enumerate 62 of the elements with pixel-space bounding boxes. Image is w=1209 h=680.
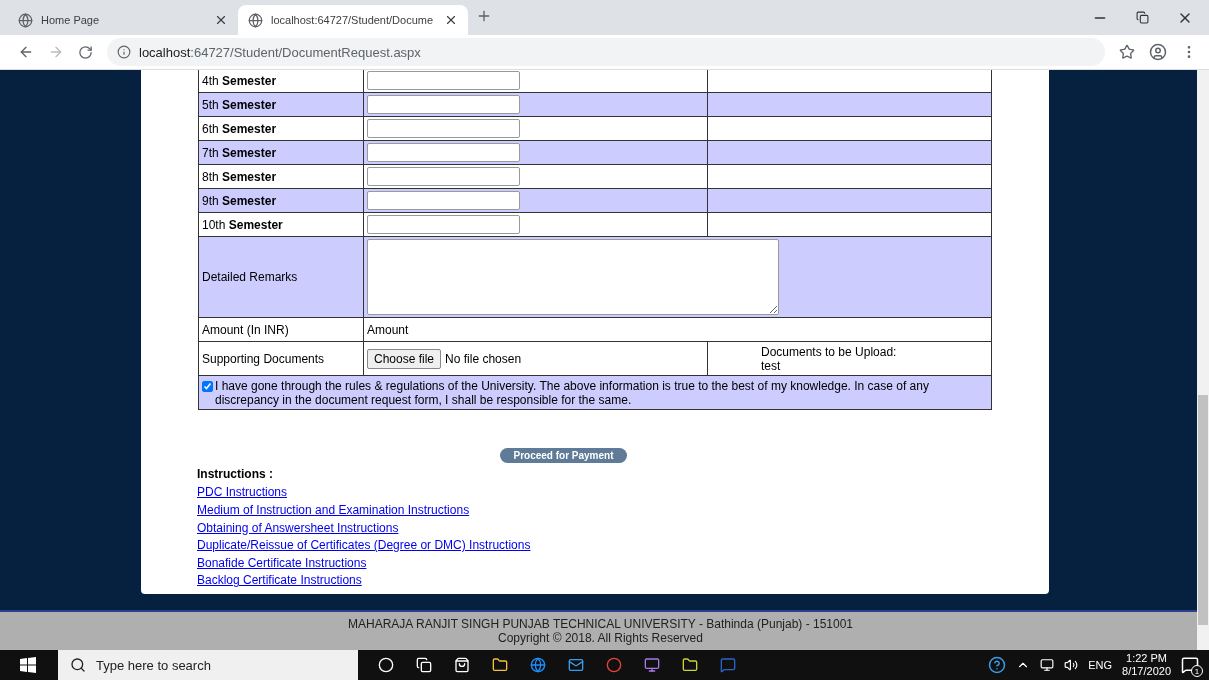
close-tab-icon[interactable] [214,13,228,27]
instruction-link[interactable]: PDC Instructions [197,486,288,501]
clock[interactable]: 1:22 PM 8/17/2020 [1122,652,1171,678]
semester-label: 9th Semester [202,193,277,208]
globe-icon [18,12,33,28]
amount-value: Amount [367,322,409,337]
store-icon[interactable] [454,657,470,673]
remarks-textarea[interactable] [367,239,779,316]
semester-label: 7th Semester [202,145,277,160]
footer-copyright: Copyright © 2018. All Rights Reserved [498,631,703,645]
footer-address: MAHARAJA RANJIT SINGH PUNJAB TECHNICAL UNIVERSITY - Bathinda (Punjab) - 151001 [347,617,854,631]
start-icon[interactable] [20,657,36,673]
semester-label: 5th Semester [202,97,277,112]
instruction-link[interactable]: Medium of Instruction and Examination Instructions [197,504,470,518]
semester-label: 4th Semester [202,73,277,88]
back-icon[interactable] [18,44,34,60]
instruction-link[interactable]: Bonafide Certificate Instructions [197,556,367,571]
file-status: No file chosen [445,351,522,366]
semester-input[interactable] [367,143,520,163]
language-indicator[interactable]: ENG [1088,659,1113,671]
documents-note: Documents to be Upload: [761,344,898,359]
instruction-link[interactable]: Backlog Certificate Instructions [197,574,362,588]
instruction-link[interactable]: Duplicate/Reissue of Certificates (Degree or DMC) Instructions [197,539,531,553]
semester-input[interactable] [367,215,520,235]
semester-input[interactable] [367,71,520,91]
choose-file-button[interactable]: Choose file [367,348,442,369]
remarks-label: Detailed Remarks [202,270,298,285]
amount-label: Amount (In INR) [202,322,289,337]
semester-input[interactable] [367,191,520,211]
instruction-link[interactable]: Obtaining of Answersheet Instructions [197,521,399,536]
declaration-text: I have gone through the rules & regulations of the University. The above information is true to the best of my knowledge. In case of any discrepancy in the document request form, I shall be responsible for the same. [215,378,930,407]
volume-icon[interactable] [1064,658,1079,672]
declaration-checkbox[interactable] [202,380,213,392]
task-view-icon[interactable] [416,657,432,673]
taskbar-search[interactable]: Type here to search [58,650,358,680]
reload-icon[interactable] [78,44,93,60]
semester-input[interactable] [367,95,520,115]
scrollbar[interactable] [1197,70,1209,650]
info-icon [117,45,131,59]
documents-value: test [761,358,782,373]
proceed-button[interactable]: Proceed for Payment [500,448,627,464]
browser-tab[interactable]: Home Page [8,5,238,35]
network-icon[interactable] [1040,658,1055,672]
help-icon[interactable] [988,656,1007,674]
globe-icon [248,12,263,28]
documents-label: Supporting Documents [202,351,325,366]
semester-input[interactable] [367,167,520,187]
semester-input[interactable] [367,119,520,139]
folder-icon[interactable] [492,657,508,673]
search-icon [70,657,86,673]
account-icon[interactable] [1149,43,1167,61]
semester-label: 10th Semester [202,217,283,232]
semester-label: 8th Semester [202,169,277,184]
close-tab-icon[interactable] [444,13,458,27]
browser-tab[interactable]: localhost:64727/Student/Docume [238,5,468,35]
cortana-icon[interactable] [378,657,394,673]
mail-icon[interactable] [568,657,584,673]
restore-icon[interactable] [1136,11,1149,24]
semester-label: 6th Semester [202,121,277,136]
star-icon[interactable] [1119,44,1135,60]
address-bar[interactable]: localhost:64727/Student/DocumentRequest.aspx [107,38,1105,66]
instructions-heading: Instructions : [197,467,274,482]
